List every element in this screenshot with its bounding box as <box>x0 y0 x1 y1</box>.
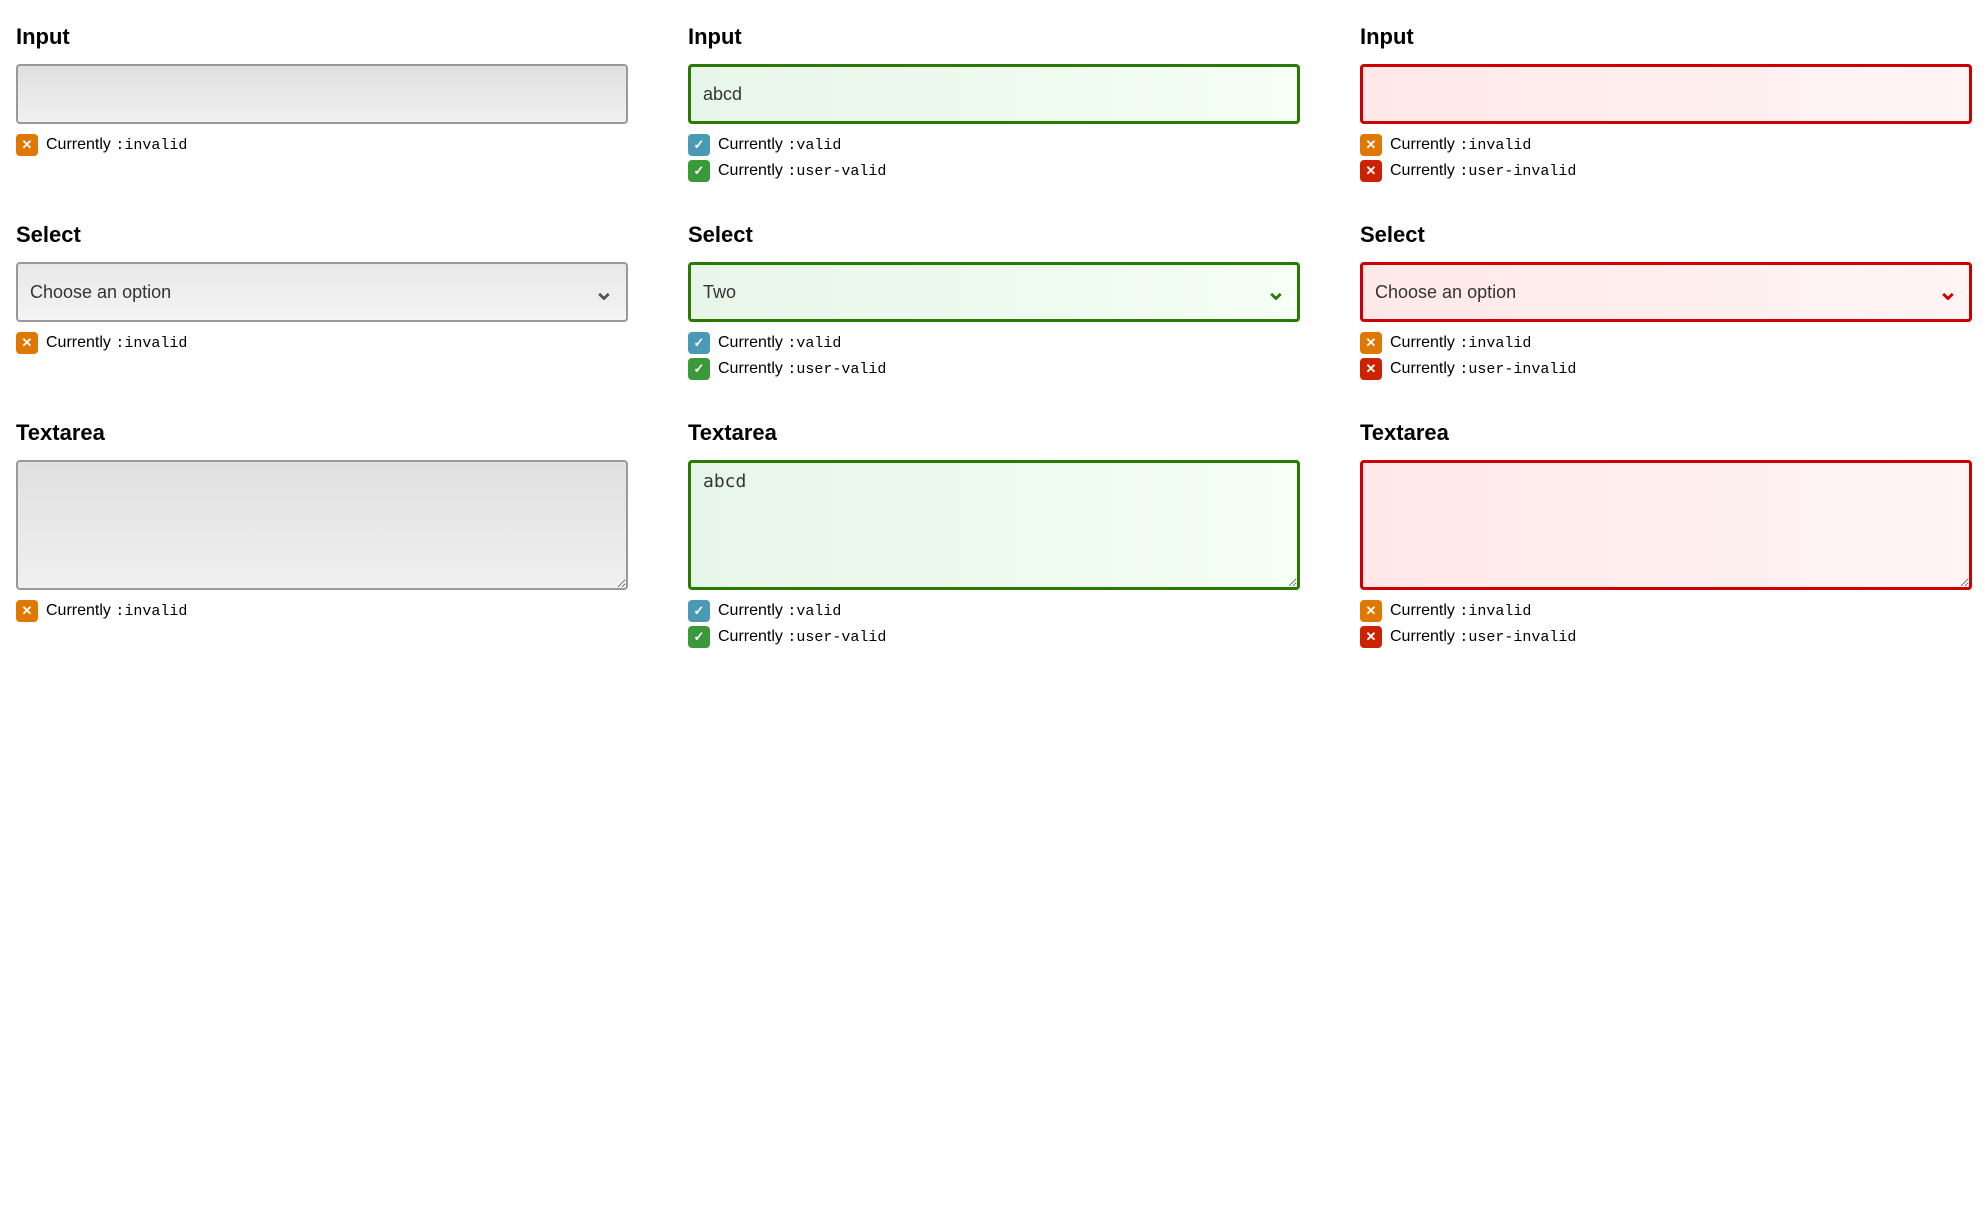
input-field-valid[interactable] <box>688 64 1300 124</box>
status-text: Currently :user-invalid <box>1390 628 1576 646</box>
cell-neutral-textarea: Textarea ✕ Currently :invalid <box>16 420 628 648</box>
section-label-valid-select: Select <box>688 222 1300 248</box>
select-field-neutral[interactable]: Choose an optionOneTwoThree <box>16 262 628 322</box>
status-item-valid-textarea-0: ✓ Currently :valid <box>688 600 1300 622</box>
cell-invalid-input: Input ✕ Currently :invalid ✕ Currently :user… <box>1360 24 1972 182</box>
status-text: Currently :invalid <box>1390 334 1531 352</box>
status-text: Currently :invalid <box>1390 136 1531 154</box>
valid-blue-icon: ✓ <box>688 600 710 622</box>
status-item-invalid-input-0: ✕ Currently :invalid <box>1360 134 1972 156</box>
status-item-valid-textarea-1: ✓ Currently :user-valid <box>688 626 1300 648</box>
invalid-red-icon: ✕ <box>1360 160 1382 182</box>
section-label-valid-textarea: Textarea <box>688 420 1300 446</box>
status-list-invalid-input: ✕ Currently :invalid ✕ Currently :user-inva… <box>1360 134 1972 182</box>
cell-valid-input: Input ✓ Currently :valid ✓ Currently :user-v… <box>688 24 1300 182</box>
valid-green-icon: ✓ <box>688 626 710 648</box>
section-label-invalid-textarea: Textarea <box>1360 420 1972 446</box>
select-wrapper-valid: TwoOneThree⌄ <box>688 262 1300 322</box>
textarea-field-valid[interactable] <box>688 460 1300 590</box>
cell-valid-select: Select TwoOneThree⌄ ✓ Currently :valid ✓ Curr… <box>688 222 1300 380</box>
cell-invalid-select: Select Choose an optionOneTwoThree⌄ ✕ Curre… <box>1360 222 1972 380</box>
status-item-valid-select-0: ✓ Currently :valid <box>688 332 1300 354</box>
status-list-invalid-select: ✕ Currently :invalid ✕ Currently :user-inva… <box>1360 332 1972 380</box>
status-text: Currently :valid <box>718 136 841 154</box>
cell-neutral-select: Select Choose an optionOneTwoThree⌄ ✕ Curre… <box>16 222 628 380</box>
status-list-valid-textarea: ✓ Currently :valid ✓ Currently :user-valid <box>688 600 1300 648</box>
section-label-invalid-input: Input <box>1360 24 1972 50</box>
valid-green-icon: ✓ <box>688 358 710 380</box>
invalid-orange-icon: ✕ <box>1360 134 1382 156</box>
input-field-invalid[interactable] <box>1360 64 1972 124</box>
status-list-valid-select: ✓ Currently :valid ✓ Currently :user-valid <box>688 332 1300 380</box>
section-label-invalid-select: Select <box>1360 222 1972 248</box>
status-item-valid-input-1: ✓ Currently :user-valid <box>688 160 1300 182</box>
select-wrapper-neutral: Choose an optionOneTwoThree⌄ <box>16 262 628 322</box>
status-text: Currently :user-invalid <box>1390 360 1576 378</box>
status-text: Currently :user-valid <box>718 628 886 646</box>
status-list-neutral-select: ✕ Currently :invalid <box>16 332 628 354</box>
select-field-invalid[interactable]: Choose an optionOneTwoThree <box>1360 262 1972 322</box>
status-text: Currently :invalid <box>46 136 187 154</box>
status-text: Currently :invalid <box>46 602 187 620</box>
textarea-field-invalid[interactable] <box>1360 460 1972 590</box>
status-item-valid-select-1: ✓ Currently :user-valid <box>688 358 1300 380</box>
status-text: Currently :valid <box>718 602 841 620</box>
status-list-neutral-textarea: ✕ Currently :invalid <box>16 600 628 622</box>
textarea-field-neutral[interactable] <box>16 460 628 590</box>
section-label-neutral-select: Select <box>16 222 628 248</box>
section-label-valid-input: Input <box>688 24 1300 50</box>
invalid-orange-icon: ✕ <box>16 600 38 622</box>
valid-blue-icon: ✓ <box>688 134 710 156</box>
status-text: Currently :user-valid <box>718 360 886 378</box>
valid-blue-icon: ✓ <box>688 332 710 354</box>
invalid-orange-icon: ✕ <box>16 134 38 156</box>
status-list-invalid-textarea: ✕ Currently :invalid ✕ Currently :user-inva… <box>1360 600 1972 648</box>
valid-green-icon: ✓ <box>688 160 710 182</box>
status-item-neutral-textarea-0: ✕ Currently :invalid <box>16 600 628 622</box>
status-item-invalid-textarea-0: ✕ Currently :invalid <box>1360 600 1972 622</box>
invalid-orange-icon: ✕ <box>1360 332 1382 354</box>
status-text: Currently :invalid <box>1390 602 1531 620</box>
status-text: Currently :valid <box>718 334 841 352</box>
status-text: Currently :invalid <box>46 334 187 352</box>
select-field-valid[interactable]: TwoOneThree <box>688 262 1300 322</box>
invalid-orange-icon: ✕ <box>16 332 38 354</box>
select-wrapper-invalid: Choose an optionOneTwoThree⌄ <box>1360 262 1972 322</box>
status-item-invalid-select-0: ✕ Currently :invalid <box>1360 332 1972 354</box>
status-item-neutral-select-0: ✕ Currently :invalid <box>16 332 628 354</box>
cell-invalid-textarea: Textarea ✕ Currently :invalid ✕ Currently :u… <box>1360 420 1972 648</box>
status-text: Currently :user-valid <box>718 162 886 180</box>
status-item-invalid-textarea-1: ✕ Currently :user-invalid <box>1360 626 1972 648</box>
status-item-invalid-input-1: ✕ Currently :user-invalid <box>1360 160 1972 182</box>
main-grid: Input ✕ Currently :invalid Select Choose an … <box>16 24 1972 648</box>
status-text: Currently :user-invalid <box>1390 162 1576 180</box>
cell-valid-textarea: Textarea ✓ Currently :valid ✓ Currently :use… <box>688 420 1300 648</box>
input-field-neutral[interactable] <box>16 64 628 124</box>
status-list-valid-input: ✓ Currently :valid ✓ Currently :user-valid <box>688 134 1300 182</box>
status-item-invalid-select-1: ✕ Currently :user-invalid <box>1360 358 1972 380</box>
invalid-red-icon: ✕ <box>1360 626 1382 648</box>
cell-neutral-input: Input ✕ Currently :invalid <box>16 24 628 182</box>
invalid-orange-icon: ✕ <box>1360 600 1382 622</box>
section-label-neutral-textarea: Textarea <box>16 420 628 446</box>
section-label-neutral-input: Input <box>16 24 628 50</box>
status-item-neutral-input-0: ✕ Currently :invalid <box>16 134 628 156</box>
status-list-neutral-input: ✕ Currently :invalid <box>16 134 628 156</box>
invalid-red-icon: ✕ <box>1360 358 1382 380</box>
status-item-valid-input-0: ✓ Currently :valid <box>688 134 1300 156</box>
